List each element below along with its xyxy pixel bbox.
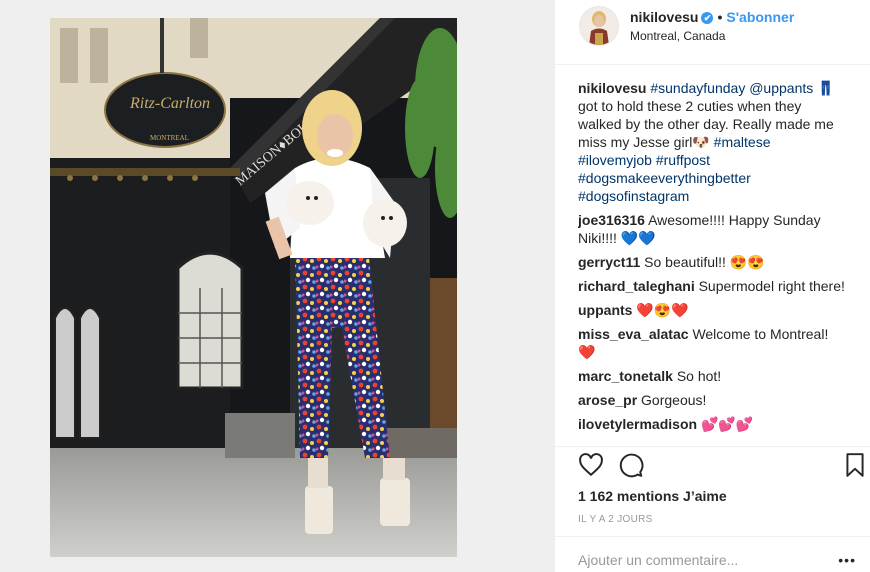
comment: uppants ❤️😍❤️ xyxy=(578,301,848,319)
caption-text: #sundayfunday @uppants 👖 got to hold the… xyxy=(578,80,835,204)
add-comment-input[interactable]: Ajouter un commentaire... xyxy=(578,552,738,568)
heart-icon[interactable] xyxy=(578,452,604,478)
comment-username[interactable]: joe316316 xyxy=(578,212,645,228)
header-user-line: nikilovesu ✔ • S'abonner xyxy=(630,9,794,25)
hashtag-link[interactable]: #ilovemyjob xyxy=(578,152,652,168)
comment-username[interactable]: ilovetylermadison xyxy=(578,416,697,432)
comment-text: ❤️😍❤️ xyxy=(636,302,689,318)
comment-text: Supermodel right there! xyxy=(698,278,845,294)
separator-dot: • xyxy=(717,9,723,25)
follow-button[interactable]: S'abonner xyxy=(726,9,794,25)
caption-username[interactable]: nikilovesu xyxy=(578,80,646,96)
comment-username[interactable]: uppants xyxy=(578,302,632,318)
header-username[interactable]: nikilovesu xyxy=(630,9,698,25)
hashtag-link[interactable]: #maltese xyxy=(714,134,771,150)
comment: miss_eva_alatac Welcome to Montreal! ❤️ xyxy=(578,325,848,361)
comment-text: Gorgeous! xyxy=(641,392,707,408)
actions-divider xyxy=(555,446,870,447)
comment-text: So beautiful!! 😍😍 xyxy=(644,254,765,270)
location-link[interactable]: Montreal, Canada xyxy=(630,29,725,43)
comment-username[interactable]: gerryct11 xyxy=(578,254,640,270)
sign-subtext: MONTREAL xyxy=(150,134,189,142)
avatar[interactable] xyxy=(579,6,619,46)
comment: arose_pr Gorgeous! xyxy=(578,391,848,409)
more-options-icon[interactable]: ••• xyxy=(838,552,856,568)
comment: joe316316 Awesome!!!! Happy Sunday Niki!… xyxy=(578,211,848,247)
photo-pane: MAISON♦BOULUD Ritz-Carlton MONTREAL xyxy=(0,0,555,572)
bookmark-icon[interactable] xyxy=(844,452,870,478)
hashtag-link[interactable]: #ruffpost xyxy=(656,152,710,168)
comment-username[interactable]: miss_eva_alatac xyxy=(578,326,689,342)
post-details: nikilovesu ✔ • S'abonner Montreal, Canada n… xyxy=(555,0,870,572)
likes-count[interactable]: 1 162 mentions J’aime xyxy=(578,488,727,504)
comment-icon[interactable] xyxy=(618,452,644,478)
post-photo[interactable]: MAISON♦BOULUD Ritz-Carlton MONTREAL xyxy=(50,18,457,557)
post-actions xyxy=(578,452,864,480)
comment: gerryct11 So beautiful!! 😍😍 xyxy=(578,253,848,271)
post-header: nikilovesu ✔ • S'abonner Montreal, Canada xyxy=(555,0,870,65)
comment-text: 💕💕💕 xyxy=(700,416,754,432)
comment-username[interactable]: richard_taleghani xyxy=(578,278,695,294)
comment-divider xyxy=(555,536,870,537)
verified-badge-icon: ✔ xyxy=(701,12,714,24)
comment: marc_tonetalk So hot! xyxy=(578,367,848,385)
comment-text: So hot! xyxy=(676,368,722,384)
hashtag-link[interactable]: #sundayfunday xyxy=(650,80,745,96)
comment-username[interactable]: arose_pr xyxy=(578,392,637,408)
hashtag-link[interactable]: #dogsofinstagram xyxy=(578,188,689,204)
caption: nikilovesu #sundayfunday @uppants 👖 got … xyxy=(578,79,848,205)
comments-list[interactable]: nikilovesu #sundayfunday @uppants 👖 got … xyxy=(578,79,848,445)
sign-text: Ritz-Carlton xyxy=(129,95,210,112)
hashtag-link[interactable]: #dogsmakeeverythingbetter xyxy=(578,170,751,186)
comment-username[interactable]: marc_tonetalk xyxy=(578,368,673,384)
comment: ilovetylermadison 💕💕💕 xyxy=(578,415,848,433)
mention-link[interactable]: @uppants xyxy=(749,80,813,96)
comment: richard_taleghani Supermodel right there… xyxy=(578,277,848,295)
post-timestamp[interactable]: IL Y A 2 JOURS xyxy=(578,514,653,525)
